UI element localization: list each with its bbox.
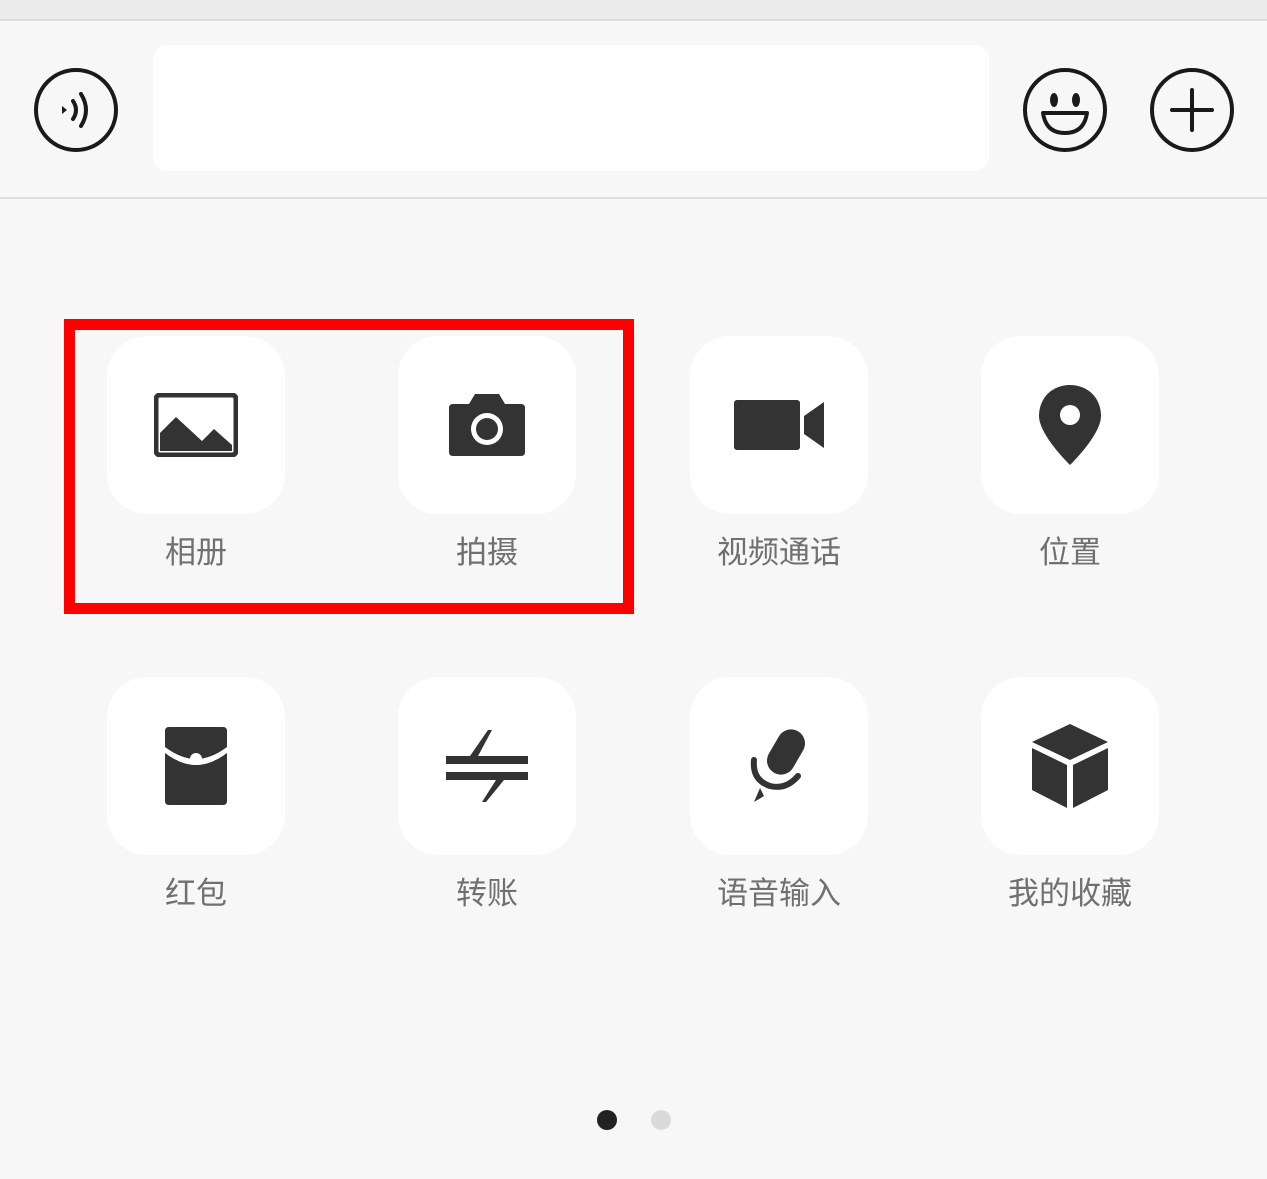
emoji-button[interactable] (1022, 67, 1108, 153)
page-dot-1[interactable] (597, 1110, 617, 1130)
red-envelope-icon (165, 727, 227, 805)
page-indicator (597, 1110, 671, 1130)
tile-video-call[interactable]: 视频通话 (690, 336, 868, 574)
tile-camera[interactable]: 拍摄 (398, 336, 576, 574)
microphone-icon (750, 729, 805, 802)
tile-label: 转账 (456, 876, 518, 912)
tile-label: 相册 (165, 535, 227, 571)
image-icon (154, 393, 238, 457)
voice-wave-icon (34, 68, 118, 152)
transfer-arrows-icon (446, 730, 528, 802)
tile-label: 我的收藏 (1008, 876, 1132, 912)
message-area-edge (0, 0, 1267, 21)
tile-label: 红包 (165, 876, 227, 912)
cube-icon (1032, 724, 1108, 808)
tile-label: 位置 (1039, 535, 1101, 571)
tile-voice-input[interactable]: 语音输入 (690, 677, 868, 915)
tile-red-envelope[interactable]: 红包 (107, 677, 285, 915)
more-button[interactable] (1149, 67, 1235, 153)
tile-location[interactable]: 位置 (981, 336, 1159, 574)
tile-transfer[interactable]: 转账 (398, 677, 576, 915)
tile-icon-box (981, 677, 1159, 855)
tile-icon-box (690, 336, 868, 514)
location-pin-icon (1039, 385, 1101, 465)
video-camera-icon (734, 400, 824, 450)
plus-circle-icon (1150, 68, 1234, 152)
tile-icon-box (398, 336, 576, 514)
tile-album[interactable]: 相册 (107, 336, 285, 574)
tile-icon-box (107, 336, 285, 514)
tile-icon-box (690, 677, 868, 855)
tile-label: 拍摄 (456, 535, 518, 571)
chat-input-bar (0, 21, 1267, 199)
tile-favorites[interactable]: 我的收藏 (981, 677, 1159, 915)
tile-icon-box (398, 677, 576, 855)
tile-icon-box (981, 336, 1159, 514)
tile-label: 视频通话 (717, 535, 841, 571)
smiley-face-icon (1023, 68, 1107, 152)
chat-screen: 相册 拍摄 视频通话 位置 红包 转账 语音输入 我的收藏 (0, 0, 1267, 1179)
message-input[interactable] (153, 45, 989, 171)
page-dot-2[interactable] (651, 1110, 671, 1130)
tile-label: 语音输入 (717, 876, 841, 912)
voice-input-button[interactable] (33, 67, 119, 153)
tile-icon-box (107, 677, 285, 855)
camera-icon (449, 394, 525, 456)
